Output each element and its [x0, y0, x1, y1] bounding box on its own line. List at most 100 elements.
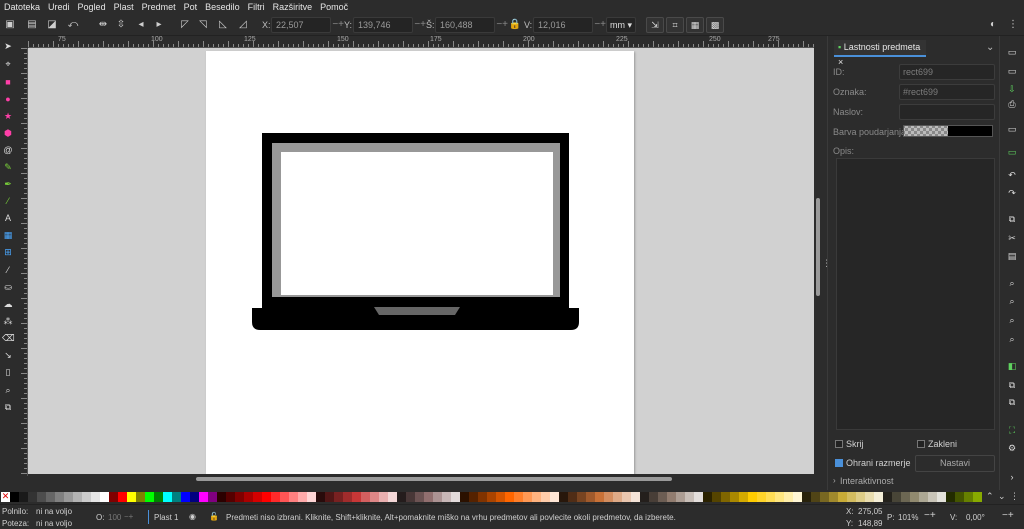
- zoom-drawing-icon[interactable]: ⌕: [1006, 295, 1018, 307]
- palette-menu-icon[interactable]: ⋮: [1010, 491, 1019, 502]
- palette-swatch[interactable]: [883, 492, 892, 502]
- palette-swatch[interactable]: [370, 492, 379, 502]
- palette-swatch[interactable]: [649, 492, 658, 502]
- lower-bottom-icon[interactable]: ◿: [236, 18, 250, 32]
- palette-swatch[interactable]: [307, 492, 316, 502]
- palette-swatch[interactable]: [658, 492, 667, 502]
- flip-horizontal-icon[interactable]: ⇹: [96, 18, 110, 32]
- palette-swatch[interactable]: [973, 492, 982, 502]
- palette-swatch[interactable]: [136, 492, 145, 502]
- menu-plast[interactable]: Plast: [110, 0, 138, 14]
- text-tool-icon[interactable]: A: [2, 212, 14, 224]
- selector-tool-icon[interactable]: ➤: [2, 40, 14, 52]
- rotate-input[interactable]: 0,00°: [966, 512, 985, 523]
- palette-swatch[interactable]: [757, 492, 766, 502]
- save-icon[interactable]: ⇩: [1006, 83, 1018, 95]
- import-icon[interactable]: ▭: [1006, 123, 1018, 135]
- lock-checkbox[interactable]: [917, 440, 925, 448]
- layer-lock-icon[interactable]: 🔓: [209, 511, 219, 522]
- spray-tool-icon[interactable]: ⁂: [2, 315, 14, 327]
- zoom-stepper-icon[interactable]: −+: [924, 510, 936, 521]
- palette-swatch[interactable]: [289, 492, 298, 502]
- palette-swatch[interactable]: [262, 492, 271, 502]
- vertical-scroll-thumb[interactable]: [816, 198, 820, 296]
- zoom-tool-icon[interactable]: ⌕: [2, 384, 14, 396]
- label-input[interactable]: #rect699: [899, 84, 995, 100]
- palette-swatch[interactable]: [856, 492, 865, 502]
- horizontal-scroll-thumb[interactable]: [196, 477, 672, 481]
- new-document-icon[interactable]: ▭: [1006, 46, 1018, 58]
- hide-checkbox[interactable]: [835, 440, 843, 448]
- palette-swatch[interactable]: [631, 492, 640, 502]
- transform-gradients-icon[interactable]: ▦: [686, 17, 704, 33]
- palette-swatch[interactable]: [343, 492, 352, 502]
- palette-swatch[interactable]: [568, 492, 577, 502]
- palette-swatch[interactable]: [577, 492, 586, 502]
- height-input[interactable]: 12,016: [533, 17, 593, 33]
- palette-swatch[interactable]: [559, 492, 568, 502]
- palette-swatch[interactable]: [19, 492, 28, 502]
- palette-swatch[interactable]: [703, 492, 712, 502]
- set-button[interactable]: Nastavi: [915, 455, 995, 472]
- palette-swatch[interactable]: [298, 492, 307, 502]
- rotate-stepper-icon[interactable]: −+: [1002, 510, 1014, 521]
- menu-datoteka[interactable]: Datoteka: [0, 0, 44, 14]
- paint-bucket-tool-icon[interactable]: ⛀: [2, 281, 14, 293]
- palette-swatch[interactable]: [91, 492, 100, 502]
- vertical-scrollbar[interactable]: [814, 48, 822, 474]
- width-stepper-icon[interactable]: −+: [496, 17, 508, 33]
- menu-razsiritve[interactable]: Razširitve: [269, 0, 317, 14]
- palette-swatch[interactable]: [667, 492, 676, 502]
- unit-select[interactable]: mm ▾: [606, 17, 636, 33]
- mesh-tool-icon[interactable]: ⊞: [2, 246, 14, 258]
- palette-swatch[interactable]: [10, 492, 19, 502]
- id-input[interactable]: rect699: [899, 64, 995, 80]
- x-input[interactable]: 22,507: [271, 17, 331, 33]
- menu-filtri[interactable]: Filtri: [244, 0, 269, 14]
- 3d-box-tool-icon[interactable]: ⬢: [2, 127, 14, 139]
- highlight-color-button[interactable]: [903, 125, 993, 137]
- horizontal-scrollbar[interactable]: [28, 474, 814, 484]
- palette-swatch[interactable]: [64, 492, 73, 502]
- palette-swatch[interactable]: [505, 492, 514, 502]
- palette-swatch[interactable]: [334, 492, 343, 502]
- print-icon[interactable]: ⎙: [1006, 98, 1018, 110]
- select-all-icon[interactable]: ▣: [3, 18, 17, 32]
- laptop-trackpad[interactable]: [374, 307, 460, 315]
- unlink-clone-icon[interactable]: ⧉: [1006, 396, 1018, 408]
- palette-swatch[interactable]: [523, 492, 532, 502]
- palette-swatch[interactable]: [901, 492, 910, 502]
- scale-corners-icon[interactable]: ⌗: [666, 17, 684, 33]
- palette-swatch[interactable]: [46, 492, 55, 502]
- palette-swatch[interactable]: [199, 492, 208, 502]
- star-tool-icon[interactable]: ★: [2, 110, 14, 122]
- select-all-layers-icon[interactable]: ▤: [25, 18, 39, 32]
- palette-swatch[interactable]: [406, 492, 415, 502]
- palette-swatch[interactable]: [685, 492, 694, 502]
- palette-swatch[interactable]: [514, 492, 523, 502]
- palette-swatch[interactable]: [712, 492, 721, 502]
- tab-object-properties[interactable]: ▪ Lastnosti predmeta ×: [834, 40, 926, 67]
- palette-swatch[interactable]: [226, 492, 235, 502]
- palette-swatch[interactable]: [397, 492, 406, 502]
- copy-icon[interactable]: ⧉: [1006, 213, 1018, 225]
- connector-tool-icon[interactable]: ↘: [2, 349, 14, 361]
- no-paint-swatch[interactable]: ✕: [1, 492, 10, 502]
- palette-swatch[interactable]: [145, 492, 154, 502]
- palette-swatch[interactable]: [730, 492, 739, 502]
- deselect-icon[interactable]: ◪: [45, 18, 59, 32]
- palette-swatch[interactable]: [460, 492, 469, 502]
- spiral-tool-icon[interactable]: @: [2, 144, 14, 156]
- palette-swatch[interactable]: [487, 492, 496, 502]
- palette-swatch[interactable]: [442, 492, 451, 502]
- palette-swatch[interactable]: [919, 492, 928, 502]
- palette-swatch[interactable]: [55, 492, 64, 502]
- palette-swatch[interactable]: [784, 492, 793, 502]
- palette-swatch[interactable]: [37, 492, 46, 502]
- palette-swatch[interactable]: [613, 492, 622, 502]
- palette-swatch[interactable]: [496, 492, 505, 502]
- menu-pot[interactable]: Pot: [180, 0, 202, 14]
- redo-icon[interactable]: ↷: [1006, 187, 1018, 199]
- palette-swatch[interactable]: [181, 492, 190, 502]
- palette-swatch[interactable]: [478, 492, 487, 502]
